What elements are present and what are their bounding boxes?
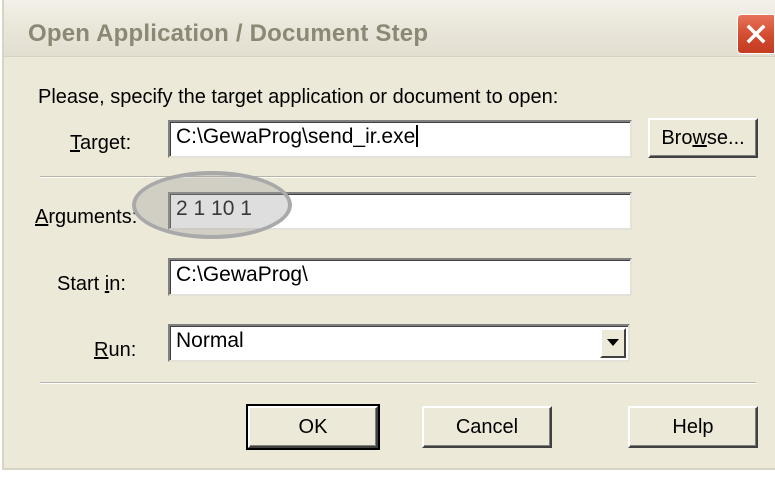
separator-bottom	[40, 382, 756, 384]
browse-label-prefix: Bro	[661, 127, 693, 149]
dialog-title: Open Application / Document Step	[28, 20, 429, 47]
text-caret	[416, 125, 419, 147]
run-select[interactable]: Normal	[168, 324, 630, 362]
start-in-input[interactable]: C:\GewaProg\	[168, 258, 632, 296]
start-in-value: C:\GewaProg\	[176, 263, 308, 286]
chevron-down-icon	[607, 339, 619, 346]
target-label-suffix: arget:	[80, 132, 132, 154]
arguments-label: Arguments:	[35, 206, 137, 229]
target-label-mnemonic: T	[70, 132, 80, 154]
arguments-input[interactable]: 2 1 10 1	[168, 192, 632, 230]
close-button[interactable]	[737, 14, 775, 54]
start-in-label: Start in:	[57, 273, 126, 296]
open-application-dialog: Open Application / Document Step Please,…	[2, 0, 775, 470]
title-bar[interactable]: Open Application / Document Step	[4, 0, 775, 57]
run-label-suffix: un:	[108, 339, 137, 361]
target-label: Target:	[70, 132, 131, 155]
arguments-value: 2 1 10 1	[176, 197, 252, 220]
target-value: C:\GewaProg\send_ir.exe	[176, 125, 416, 148]
run-dropdown-button[interactable]	[600, 328, 626, 358]
instruction-text: Please, specify the target application o…	[38, 86, 559, 108]
run-label-mnemonic: R	[94, 339, 109, 361]
browse-label-suffix: se...	[706, 127, 745, 149]
arguments-label-mnemonic: A	[35, 206, 49, 228]
run-label: Run:	[94, 339, 136, 362]
arguments-label-suffix: rguments:	[48, 206, 138, 228]
target-input[interactable]: C:\GewaProg\send_ir.exe	[168, 120, 632, 158]
start-in-label-suffix: n:	[109, 273, 126, 295]
ok-button[interactable]: OK	[246, 404, 380, 450]
cancel-button[interactable]: Cancel	[422, 406, 552, 448]
browse-button[interactable]: Browse...	[648, 118, 758, 158]
browse-label-mnemonic: w	[692, 127, 707, 149]
separator-top	[40, 176, 756, 178]
start-in-label-prefix: Start	[57, 273, 105, 295]
run-selected-value: Normal	[176, 329, 244, 352]
help-button[interactable]: Help	[628, 406, 758, 448]
close-icon	[746, 24, 766, 44]
